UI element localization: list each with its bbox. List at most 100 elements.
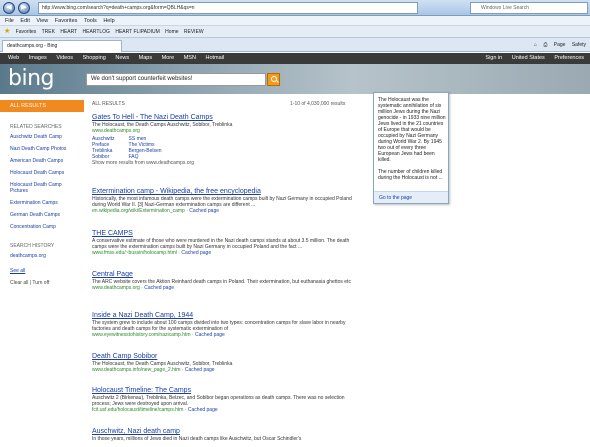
show-more-link[interactable]: Show more results from www.deathcamps.or… xyxy=(92,160,364,166)
search-result: Holocaust Timeline: The Camps Auschwitz … xyxy=(92,386,364,414)
result-url-text: www.deathcamps.org xyxy=(92,128,140,134)
menu-help[interactable]: Help xyxy=(103,18,114,24)
result-title[interactable]: Death Camp Sobibor xyxy=(92,352,364,361)
home-icon[interactable]: ⌂ xyxy=(534,42,537,48)
browser-tab[interactable]: deathcamps.org - Bing xyxy=(2,40,122,52)
safety-menu[interactable]: Safety xyxy=(572,42,586,48)
forward-button[interactable]: ▶ xyxy=(18,2,30,14)
menu-tools[interactable]: Tools xyxy=(84,18,97,24)
related-search-item[interactable]: German Death Camps xyxy=(10,212,82,218)
result-url-text: fcit.usf.edu/holocaust/timeline/camps.ht… xyxy=(92,407,184,413)
result-url: www.deathcamps.info/new_page_2.htm · Cac… xyxy=(92,367,215,373)
region-link[interactable]: United States xyxy=(512,55,545,61)
popup-text: The Holocaust was the systematic annihil… xyxy=(378,97,446,187)
history-controls[interactable]: Clear all | Turn off xyxy=(10,280,49,286)
nav-images[interactable]: Images xyxy=(29,55,47,61)
live-search-input[interactable]: Windows Live Search xyxy=(470,2,588,14)
cached-page-link[interactable]: Cached page xyxy=(185,367,215,373)
search-input[interactable]: We don't support counterfeit websites! xyxy=(86,73,266,86)
result-url-text: www.fmss.edu/~bussin/holocamp.html xyxy=(92,250,177,256)
cached-page-link[interactable]: Cached page xyxy=(181,250,211,256)
sign-in-link[interactable]: Sign in xyxy=(485,55,502,61)
menu-view[interactable]: View xyxy=(36,18,48,24)
fav-link-6[interactable]: REVIEW xyxy=(184,29,204,35)
page-menu[interactable]: Page xyxy=(554,42,566,48)
go-to-page-link[interactable]: Go to the page xyxy=(374,191,448,203)
fav-link-3[interactable]: HEARTLOG xyxy=(83,29,110,35)
result-url-text: www.deathcamps.info/new_page_2.htm xyxy=(92,367,181,373)
related-search-item[interactable]: Nazi Death Camp Photos xyxy=(10,146,82,152)
nav-web[interactable]: Web xyxy=(8,55,19,61)
fav-link-2[interactable]: HEART xyxy=(60,29,77,35)
cached-page-link[interactable]: Cached page xyxy=(195,332,225,338)
deep-links: Auschwitz SS men Preface The Victims Trebl… xyxy=(92,136,364,166)
menu-file[interactable]: File xyxy=(5,18,14,24)
result-title[interactable]: Holocaust Timeline: The Camps xyxy=(92,386,364,395)
bing-logo[interactable]: bing xyxy=(8,66,55,91)
cached-page-link[interactable]: Cached page xyxy=(144,285,174,291)
related-search-item[interactable]: Holocaust Death Camps xyxy=(10,170,82,176)
favorites-label[interactable]: Favorites xyxy=(16,29,37,35)
command-bar: ⌂ ⎙ Page Safety xyxy=(529,40,586,50)
fav-link-1[interactable]: TREK xyxy=(42,29,55,35)
address-bar[interactable]: http://www.bing.com/search?q=death+camps… xyxy=(38,2,418,14)
nav-msn[interactable]: MSN xyxy=(184,55,196,61)
menu-bar: File Edit View Favorites Tools Help xyxy=(0,16,590,26)
cached-page-link[interactable]: Cached page xyxy=(188,407,218,413)
all-results-tab[interactable]: ALL RESULTS xyxy=(0,100,84,112)
back-button[interactable]: ◀ xyxy=(3,2,15,14)
nav-news[interactable]: News xyxy=(115,55,129,61)
nav-videos[interactable]: Videos xyxy=(56,55,73,61)
search-result: Death Camp Sobibor The Holocaust, the De… xyxy=(92,352,364,374)
bing-top-nav: Web Images Videos Shopping News Maps Mor… xyxy=(0,53,590,64)
tab-bar: deathcamps.org - Bing ⌂ ⎙ Page Safety xyxy=(0,38,590,52)
search-header: bing We don't support counterfeit websit… xyxy=(0,64,590,94)
cached-page-link[interactable]: Cached page xyxy=(189,208,219,214)
related-search-item[interactable]: American Death Camps xyxy=(10,158,82,164)
preview-popup: The Holocaust was the systematic annihil… xyxy=(373,92,449,204)
nav-more[interactable]: More xyxy=(162,55,175,61)
result-title[interactable]: Auschwitz, Nazi death camp xyxy=(92,427,364,436)
search-history-heading: SEARCH HISTORY xyxy=(10,243,55,249)
result-title[interactable]: Extermination camp - Wikipedia, the free… xyxy=(92,187,364,196)
search-icon[interactable] xyxy=(267,73,280,86)
result-url: en.wikipedia.org/wiki/Extermination_camp… xyxy=(92,208,220,214)
result-title[interactable]: THE CAMPS xyxy=(92,229,364,238)
results-label: ALL RESULTS xyxy=(92,101,125,107)
favorites-star-icon[interactable]: ★ xyxy=(4,28,10,35)
nav-shopping[interactable]: Shopping xyxy=(83,55,106,61)
print-icon[interactable]: ⎙ xyxy=(543,42,547,48)
result-url: www.fmss.edu/~bussin/holocamp.html · Cac… xyxy=(92,250,212,256)
related-search-item[interactable]: Extermination Camps xyxy=(10,200,82,206)
result-title[interactable]: Inside a Nazi Death Camp, 1944 xyxy=(92,311,364,320)
result-snippet: Historically, the most infamous death ca… xyxy=(92,196,352,208)
related-search-item[interactable]: Concentration Camp xyxy=(10,224,82,230)
search-result: Auschwitz, Nazi death camp In those year… xyxy=(92,427,364,442)
browser-titlebar: ◀ ▶ http://www.bing.com/search?q=death+c… xyxy=(0,0,590,16)
result-snippet: Auschwitz 2 (Birkenau), Treblinka, Belze… xyxy=(92,395,345,407)
fav-link-5[interactable]: Home xyxy=(165,29,178,35)
fav-link-4[interactable]: HEART FLIPADIUM xyxy=(115,29,159,35)
see-all-link[interactable]: See all xyxy=(10,268,82,274)
preferences-link[interactable]: Preferences xyxy=(554,55,584,61)
left-sidebar: ALL RESULTS RELATED SEARCHES Auschwitz D… xyxy=(0,98,84,447)
popup-paragraph: The number of children killed during the… xyxy=(378,169,443,181)
related-search-item[interactable]: Holocaust Death Camp Pictures xyxy=(10,182,76,194)
result-url: fcit.usf.edu/holocaust/timeline/camps.ht… xyxy=(92,407,218,413)
search-result: Central Page The ARC website covers the … xyxy=(92,270,364,292)
result-title[interactable]: Gates To Hell - The Nazi Death Camps xyxy=(92,113,364,122)
menu-edit[interactable]: Edit xyxy=(20,18,29,24)
search-result: THE CAMPS A conservative estimate of tho… xyxy=(92,229,364,257)
history-item[interactable]: deathcamps.org xyxy=(10,253,82,259)
favorites-bar: ★ Favorites TREK HEART HEARTLOG HEART FL… xyxy=(0,26,590,38)
result-snippet: In those years, millions of Jews died in… xyxy=(92,436,302,442)
result-url-text: www.eyewitnesstohistory.com/nazicamp.htm xyxy=(92,332,191,338)
result-title[interactable]: Central Page xyxy=(92,270,364,279)
nav-hotmail[interactable]: Hotmail xyxy=(205,55,224,61)
related-search-item[interactable]: Auschwitz Death Camp xyxy=(10,134,82,140)
result-url: www.deathcamps.org xyxy=(92,128,364,135)
menu-favorites[interactable]: Favorites xyxy=(55,18,78,24)
result-url-text: www.deathcamps.org xyxy=(92,285,140,291)
related-searches-heading: RELATED SEARCHES xyxy=(10,124,62,130)
nav-maps[interactable]: Maps xyxy=(139,55,152,61)
